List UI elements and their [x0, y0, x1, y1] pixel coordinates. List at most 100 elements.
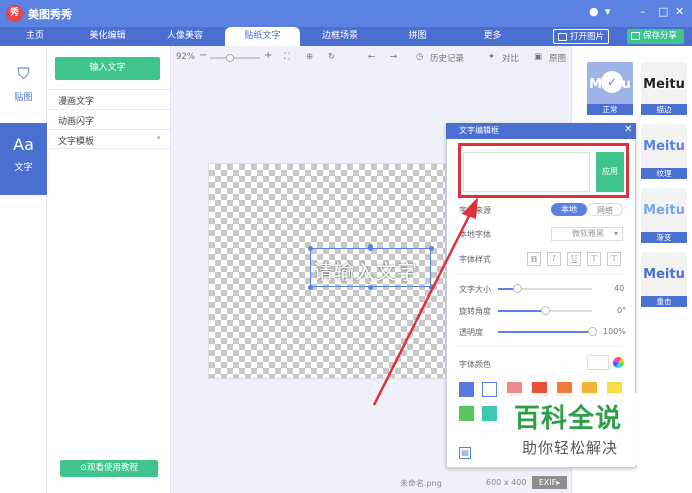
style-label-normal: 正常	[587, 104, 633, 115]
canvas-text[interactable]: 请输入文字	[313, 256, 418, 285]
exif-label: EXIF	[538, 478, 557, 487]
chat-icon[interactable]: ●	[589, 5, 599, 18]
resize-handle[interactable]	[429, 246, 434, 251]
opacity-value: 100%	[603, 327, 626, 336]
panel-item-animated-text[interactable]: 动画闪字	[58, 114, 94, 127]
history-icon[interactable]: ◷	[416, 52, 423, 62]
watermark-subtitle: 助你轻松解决	[522, 439, 619, 457]
panel-item-text-template[interactable]: 文字模板	[58, 134, 94, 147]
tutorial-label: 观看使用教程	[87, 463, 139, 473]
save-share-button[interactable]: 保存分享	[627, 29, 684, 44]
style-thumb-stroke[interactable]: Meitu	[641, 62, 687, 108]
highlight-box	[458, 143, 629, 198]
style-label-gradient: 渐变	[641, 232, 687, 243]
divider	[48, 89, 170, 90]
undo-icon[interactable]: ←	[368, 52, 375, 62]
style-thumb-impact[interactable]: Meitu	[641, 252, 687, 298]
history-label[interactable]: 历史记录	[430, 52, 464, 64]
redo-icon[interactable]: →	[390, 52, 397, 62]
rotate-icon[interactable]: ↻	[328, 52, 335, 62]
zoom-in-icon[interactable]: +	[264, 50, 272, 61]
resize-handle[interactable]	[429, 285, 434, 290]
close-icon[interactable]: ✕	[675, 5, 684, 18]
opacity-label: 透明度	[459, 328, 483, 337]
fit-icon[interactable]: ⛶	[284, 52, 290, 62]
color-label: 字体颜色	[459, 360, 491, 369]
tab-sticker-text[interactable]: 贴纸文字	[225, 27, 300, 46]
zoom-out-icon[interactable]: −	[199, 50, 207, 61]
style-label-impact: 重击	[641, 296, 687, 307]
divider	[48, 148, 170, 149]
watermark-title: 百科全说	[514, 404, 623, 434]
source-web-toggle[interactable]: 网络	[587, 203, 623, 216]
zoom-slider[interactable]	[210, 57, 260, 59]
eyedropper-icon[interactable]: ▤	[459, 447, 471, 459]
menu-down-icon[interactable]: ▾	[605, 5, 611, 18]
nav-text-label: 文字	[14, 163, 33, 173]
font-select-value: 微软雅黑	[572, 229, 604, 238]
compare-icon[interactable]: ✦	[488, 52, 495, 62]
resize-handle[interactable]	[308, 246, 313, 251]
tab-home[interactable]: 主页	[10, 27, 60, 46]
minimize-icon[interactable]: –	[640, 5, 646, 18]
input-text-button[interactable]: 输入文字	[55, 57, 160, 80]
style-thumb-texture[interactable]: Meitu	[641, 124, 687, 170]
underline-button[interactable]: U	[567, 252, 581, 266]
nav-item-text[interactable]: Aa 文字	[0, 123, 47, 195]
rotate-slider-handle[interactable]	[541, 306, 550, 315]
tab-more[interactable]: 更多	[470, 27, 515, 46]
rotate-slider-fill	[498, 310, 545, 312]
resize-handle[interactable]	[308, 285, 313, 290]
font-source-label: 字体来源	[459, 206, 491, 215]
opacity-slider-handle[interactable]	[588, 327, 597, 336]
dialog-close-icon[interactable]: ✕	[624, 124, 632, 135]
color-swatch[interactable]	[459, 382, 474, 397]
color-swatch[interactable]	[482, 406, 497, 421]
outline-button[interactable]: T	[607, 252, 621, 266]
compare-label[interactable]: 对比	[502, 52, 519, 64]
actual-size-icon[interactable]: ⊕	[306, 52, 313, 62]
maximize-icon[interactable]: □	[658, 5, 668, 18]
color-wheel-icon[interactable]	[613, 357, 624, 368]
zoom-slider-handle[interactable]	[226, 54, 234, 62]
tab-beautify[interactable]: 美化编辑	[80, 27, 135, 46]
divider	[48, 109, 170, 110]
panel-item-comic-text[interactable]: 漫画文字	[58, 94, 94, 107]
save-icon	[631, 32, 640, 40]
image-icon	[558, 33, 567, 41]
font-style-label: 字体样式	[459, 255, 491, 264]
check-icon: ✓	[601, 71, 623, 93]
resize-handle[interactable]	[368, 246, 373, 251]
color-swatch[interactable]	[482, 382, 497, 397]
bold-button[interactable]: B	[527, 252, 541, 266]
size-slider-handle[interactable]	[512, 284, 522, 293]
exif-button[interactable]: EXIF▸	[532, 476, 567, 489]
style-thumb-gradient[interactable]: Meitu	[641, 188, 687, 234]
dialog-title[interactable]: 文字编辑框	[446, 123, 636, 139]
nav-sticker-label: 贴图	[14, 93, 33, 103]
tab-collage[interactable]: 拼图	[395, 27, 440, 46]
file-name: 未命名.png	[400, 479, 442, 488]
resize-handle[interactable]	[368, 285, 373, 290]
open-image-label: 打开图片	[570, 32, 605, 42]
current-color-swatch[interactable]	[587, 355, 609, 370]
open-image-button[interactable]: 打开图片	[553, 29, 609, 44]
nav-item-sticker[interactable]: ⛉ 贴图	[0, 52, 47, 124]
source-local-toggle[interactable]: 本地	[551, 203, 587, 216]
tab-portrait[interactable]: 人像美容	[155, 27, 215, 46]
tutorial-button[interactable]: ⊙观看使用教程	[60, 460, 158, 477]
italic-button[interactable]: I	[547, 252, 561, 266]
save-share-label: 保存分享	[643, 31, 678, 41]
image-size: 600 x 400	[486, 478, 527, 487]
chevron-down-icon[interactable]: ▾	[157, 134, 161, 142]
tab-frame-scene[interactable]: 边框场景	[310, 27, 370, 46]
original-label[interactable]: 原图	[549, 52, 566, 64]
font-select[interactable]: 微软雅黑 ▾	[551, 227, 623, 241]
color-swatch[interactable]	[459, 406, 474, 421]
rotate-value: 0°	[617, 306, 627, 315]
shadow-button[interactable]: T	[587, 252, 601, 266]
app-logo-icon: 秀	[6, 5, 23, 22]
chevron-down-icon: ▾	[613, 229, 618, 238]
app-title: 美图秀秀	[28, 8, 72, 21]
original-icon[interactable]: ▣	[534, 52, 542, 62]
